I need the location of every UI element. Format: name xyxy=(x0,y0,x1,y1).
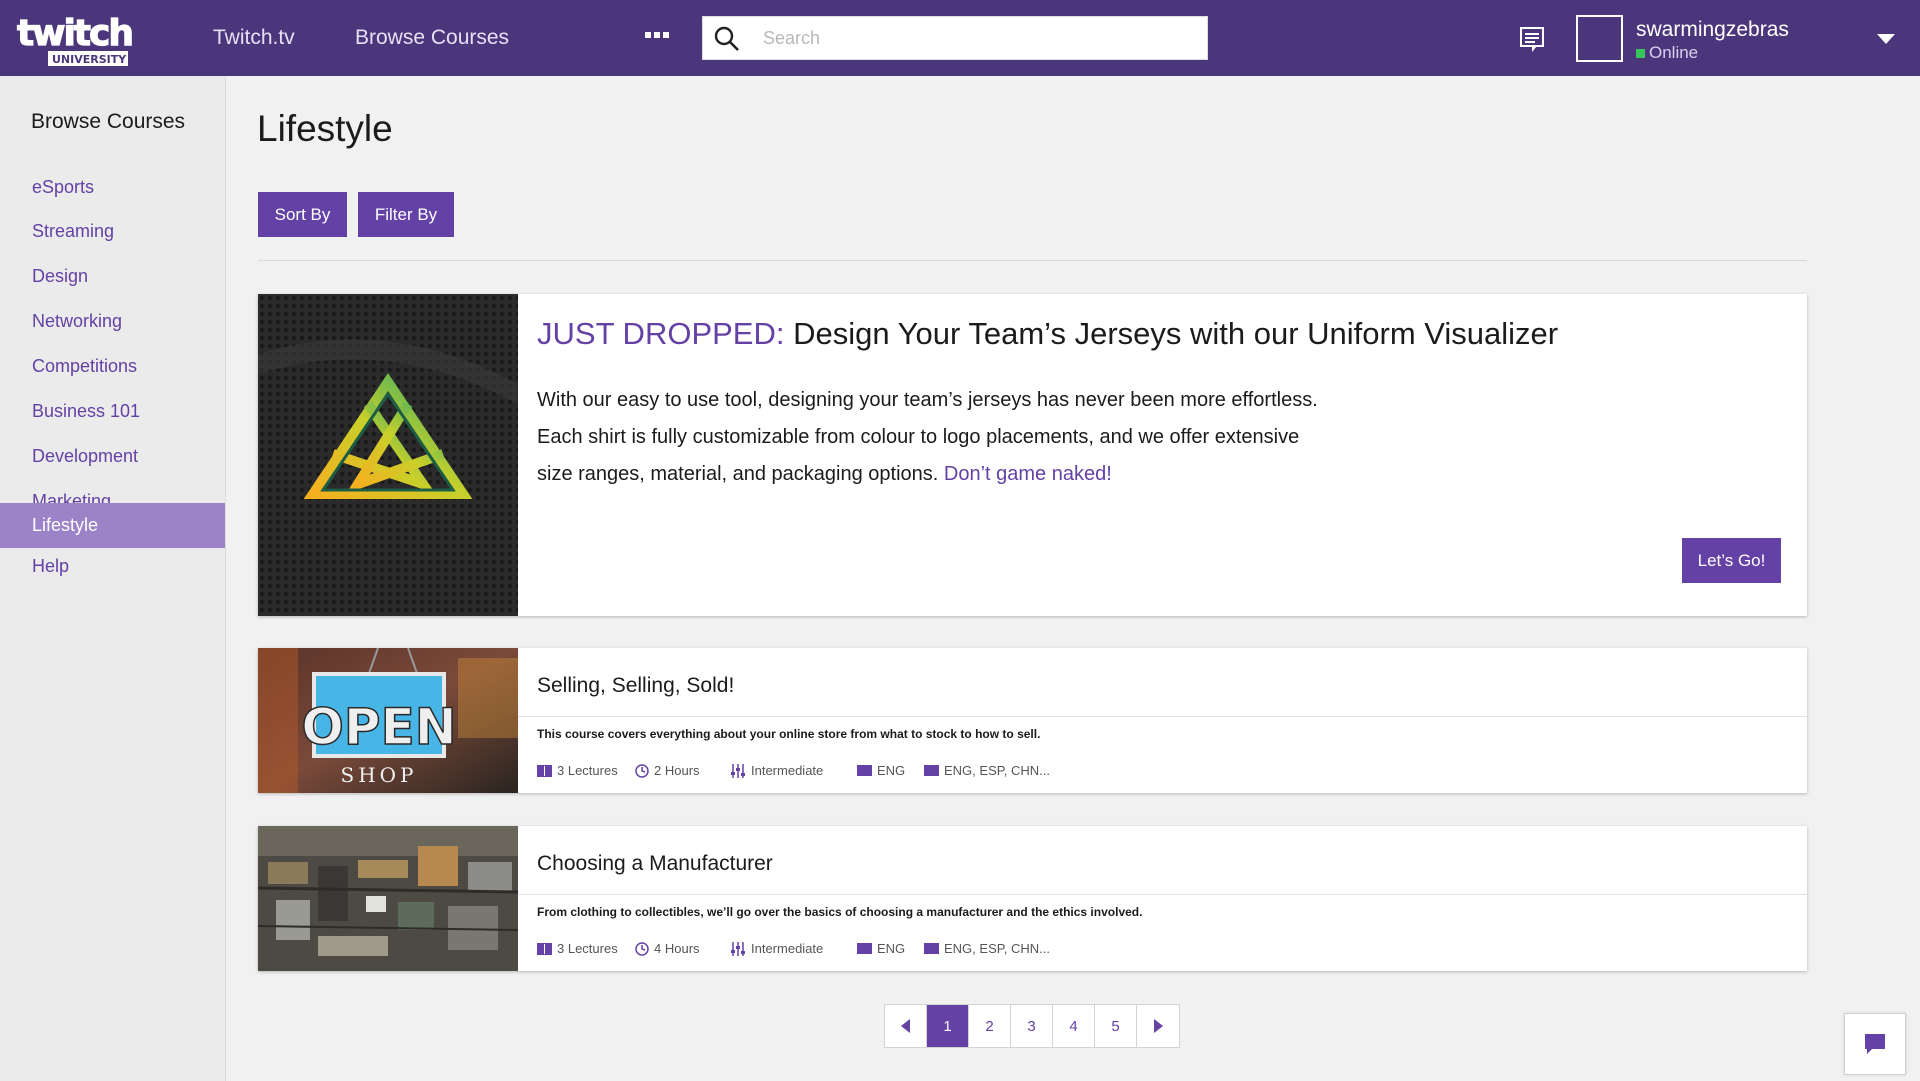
svg-text:twitch: twitch xyxy=(17,13,132,54)
top-navigation-bar: twitch UNIVERSITY Twitch.tv Browse Cours… xyxy=(0,0,1920,76)
sidebar-item-help[interactable]: Help xyxy=(0,544,225,589)
course-description: This course covers everything about your… xyxy=(537,727,1041,741)
divider xyxy=(258,260,1807,261)
status-text: Online xyxy=(1649,43,1699,62)
duration: 2 Hours xyxy=(635,763,700,778)
featured-link[interactable]: Don’t game naked! xyxy=(944,463,1112,485)
caption-languages: ENG, ESP, CHN... xyxy=(924,763,1050,778)
factory-image xyxy=(258,826,518,971)
nav-link-twitch-tv[interactable]: Twitch.tv xyxy=(213,26,295,50)
divider xyxy=(518,894,1807,895)
chat-button[interactable] xyxy=(1844,1013,1906,1075)
more-dots-icon[interactable] xyxy=(645,32,669,42)
page-button-2[interactable]: 2 xyxy=(969,1005,1011,1047)
closed-captions-icon xyxy=(924,765,939,776)
lectures-count: 3 Lectures xyxy=(537,763,618,778)
previous-page-button[interactable] xyxy=(885,1005,927,1047)
search-input[interactable] xyxy=(763,23,1193,53)
page-button-4[interactable]: 4 xyxy=(1053,1005,1095,1047)
lectures-count: 3 Lectures xyxy=(537,941,618,956)
pagination: 1 2 3 4 5 xyxy=(884,1004,1180,1048)
page-title: Lifestyle xyxy=(257,108,393,149)
duration: 4 Hours xyxy=(635,941,700,956)
featured-body-text: With our easy to use tool, designing you… xyxy=(537,389,1318,485)
jersey-image xyxy=(258,294,518,616)
course-title[interactable]: Choosing a Manufacturer xyxy=(537,852,773,876)
lets-go-button[interactable]: Let’s Go! xyxy=(1682,538,1781,583)
page-button-1[interactable]: 1 xyxy=(927,1005,969,1047)
nav-link-browse-courses[interactable]: Browse Courses xyxy=(355,26,509,50)
levels-icon xyxy=(731,763,745,778)
messages-icon[interactable] xyxy=(1518,25,1546,53)
difficulty-level: Intermediate xyxy=(730,763,823,778)
sidebar-item-lifestyle[interactable]: Lifestyle xyxy=(0,503,225,548)
sidebar-title: Browse Courses xyxy=(31,110,186,133)
online-status-dot xyxy=(1636,48,1645,58)
featured-title-text: Design Your Team’s Jerseys with our Unif… xyxy=(784,316,1559,351)
language-badge-icon xyxy=(857,943,872,954)
audio-language: ENG xyxy=(857,941,905,956)
search-box xyxy=(702,16,1208,60)
svg-text:SHOP: SHOP xyxy=(341,763,418,787)
featured-description: With our easy to use tool, designing you… xyxy=(537,382,1337,493)
avatar[interactable] xyxy=(1576,15,1623,62)
next-page-button[interactable] xyxy=(1137,1005,1179,1047)
status-badge: Online xyxy=(1636,43,1698,63)
levels-icon xyxy=(731,941,745,956)
course-title[interactable]: Selling, Selling, Sold! xyxy=(537,674,734,698)
featured-title-accent: JUST DROPPED: xyxy=(537,316,785,351)
arrow-left-icon xyxy=(900,1019,910,1033)
featured-title: JUST DROPPED: Design Your Team’s Jerseys… xyxy=(537,316,1558,352)
svg-text:UNIVERSITY: UNIVERSITY xyxy=(52,53,127,66)
sidebar: Browse Courses eSports Streaming Design … xyxy=(0,76,226,1081)
svg-text:OPEN: OPEN xyxy=(301,698,456,756)
book-icon xyxy=(537,764,552,777)
sidebar-item-design[interactable]: Design xyxy=(0,254,225,299)
divider xyxy=(518,716,1807,717)
arrow-right-icon xyxy=(1154,1019,1163,1033)
sort-by-button[interactable]: Sort By xyxy=(258,192,347,237)
page-button-3[interactable]: 3 xyxy=(1011,1005,1053,1047)
username[interactable]: swarmingzebras xyxy=(1636,18,1789,42)
audio-language: ENG xyxy=(857,763,905,778)
twitch-university-logo[interactable]: twitch UNIVERSITY xyxy=(14,10,132,68)
sidebar-item-networking[interactable]: Networking xyxy=(0,299,225,344)
clock-icon xyxy=(635,941,649,956)
closed-captions-icon xyxy=(924,943,939,954)
page-button-5[interactable]: 5 xyxy=(1095,1005,1137,1047)
course-description: From clothing to collectibles, we’ll go … xyxy=(537,905,1143,919)
caret-down-icon[interactable] xyxy=(1877,34,1895,44)
sidebar-item-business-101[interactable]: Business 101 xyxy=(0,389,225,434)
language-badge-icon xyxy=(857,765,872,776)
course-card[interactable]: Choosing a Manufacturer From clothing to… xyxy=(258,826,1807,971)
sidebar-item-development[interactable]: Development xyxy=(0,434,225,479)
book-icon xyxy=(537,942,552,955)
course-card[interactable]: OPEN SHOP Selling, Selling, Sold! This c… xyxy=(258,648,1807,793)
open-shop-sign-image: OPEN SHOP xyxy=(258,648,518,793)
filter-by-button[interactable]: Filter By xyxy=(358,192,454,237)
search-icon[interactable] xyxy=(713,25,741,53)
caption-languages: ENG, ESP, CHN... xyxy=(924,941,1050,956)
clock-icon xyxy=(635,763,649,778)
sidebar-item-esports[interactable]: eSports xyxy=(0,165,225,210)
chat-icon xyxy=(1865,1034,1885,1054)
sidebar-item-competitions[interactable]: Competitions xyxy=(0,344,225,389)
difficulty-level: Intermediate xyxy=(730,941,823,956)
sidebar-item-streaming[interactable]: Streaming xyxy=(0,209,225,254)
featured-course-card: JUST DROPPED: Design Your Team’s Jerseys… xyxy=(258,294,1807,616)
